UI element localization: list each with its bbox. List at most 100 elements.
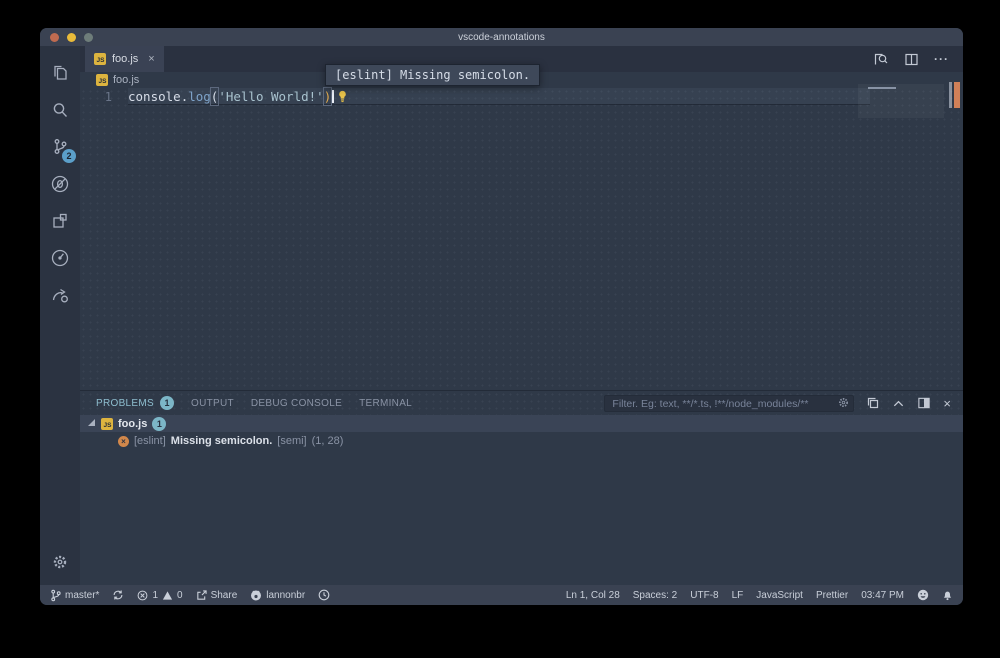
git-branch-icon — [50, 589, 61, 602]
desktop: vscode-annotations — [0, 0, 1000, 658]
panel-tab-output[interactable]: OUTPUT — [191, 398, 234, 409]
close-window-button[interactable] — [50, 33, 59, 42]
clock-time[interactable]: 03:47 PM — [861, 590, 904, 601]
sync-icon — [112, 589, 124, 601]
share-button[interactable]: Share — [196, 590, 238, 601]
text-cursor — [332, 90, 334, 103]
maximize-panel-icon[interactable] — [892, 397, 905, 410]
panel-tab-label: DEBUG CONSOLE — [251, 398, 342, 409]
gauge-icon — [49, 247, 71, 269]
window-title: vscode-annotations — [40, 32, 963, 43]
open-preview-icon[interactable] — [872, 51, 889, 68]
formatter[interactable]: Prettier — [816, 590, 848, 601]
activity-item-extensions[interactable] — [40, 202, 80, 239]
move-panel-icon[interactable] — [917, 396, 931, 410]
file-problems-badge: 1 — [152, 417, 166, 431]
zoom-window-button[interactable] — [84, 33, 93, 42]
extensions-icon — [49, 210, 71, 232]
twistie-expanded-icon[interactable] — [88, 419, 95, 426]
cursor-position[interactable]: Ln 1, Col 28 — [566, 590, 620, 601]
debug-icon — [49, 173, 71, 195]
notifications-button[interactable] — [942, 589, 953, 601]
editor-area: JS foo.js × ··· — [80, 46, 963, 585]
error-icon: × — [118, 436, 129, 447]
lightbulb-icon[interactable] — [338, 90, 347, 103]
line-number: 1 — [80, 90, 128, 104]
filter-input[interactable] — [604, 395, 854, 412]
title-bar: vscode-annotations — [40, 28, 963, 46]
more-actions-icon[interactable]: ··· — [934, 52, 949, 66]
hover-tooltip: [eslint] Missing semicolon. — [325, 64, 540, 86]
gear-icon — [51, 553, 69, 571]
problems-status[interactable]: 1 0 — [137, 590, 182, 601]
account-status[interactable]: lannonbr — [250, 589, 305, 601]
collapse-all-icon[interactable] — [866, 396, 880, 410]
search-icon — [49, 99, 71, 121]
problems-file-label: foo.js — [118, 418, 147, 430]
activity-item-live-share[interactable] — [40, 276, 80, 313]
js-file-icon: JS — [94, 53, 106, 65]
panel-tab-label: TERMINAL — [359, 398, 412, 409]
branch-status[interactable]: master* — [50, 589, 99, 602]
overview-ruler-error-marker — [954, 82, 960, 108]
code-content: console.log('Hello World!') — [128, 87, 347, 106]
encoding[interactable]: UTF-8 — [690, 590, 718, 601]
account-name: lannonbr — [266, 590, 305, 601]
clock-icon — [318, 589, 330, 601]
error-count: 1 — [152, 590, 158, 601]
status-left: master* 1 0 — [50, 589, 330, 602]
share-icon — [196, 590, 207, 601]
panel-tab-debug-console[interactable]: DEBUG CONSOLE — [251, 398, 342, 409]
close-panel-icon[interactable]: × — [943, 397, 951, 410]
breadcrumb-file: foo.js — [113, 74, 139, 86]
sync-button[interactable] — [112, 589, 124, 601]
branch-name: master* — [65, 590, 99, 601]
scrollbar-slider[interactable] — [949, 82, 952, 108]
source-control-badge: 2 — [62, 149, 76, 163]
warning-count: 0 — [177, 590, 183, 601]
indentation[interactable]: Spaces: 2 — [633, 590, 677, 601]
editor-actions: ··· — [872, 46, 963, 72]
token-string: 'Hello World!' — [218, 88, 323, 105]
error-count-icon — [137, 590, 148, 601]
activity-item-search[interactable] — [40, 91, 80, 128]
minimap-code-line — [868, 87, 896, 89]
problem-row[interactable]: × [eslint] Missing semicolon. [semi] (1,… — [80, 432, 963, 450]
filter-options-icon[interactable] — [837, 396, 850, 409]
live-share-icon — [49, 284, 71, 306]
panel-tab-problems[interactable]: PROBLEMS 1 — [96, 396, 174, 410]
tab-close-icon[interactable]: × — [144, 53, 154, 65]
problem-message: Missing semicolon. — [171, 435, 272, 447]
github-icon — [250, 589, 262, 601]
language-mode[interactable]: JavaScript — [756, 590, 803, 601]
tab-label: foo.js — [112, 53, 138, 65]
code-line-1[interactable]: 1 console.log('Hello World!') — [80, 88, 963, 105]
explorer-icon — [49, 62, 71, 84]
vscode-window: vscode-annotations — [40, 28, 963, 605]
activity-item-explorer[interactable] — [40, 54, 80, 91]
bell-icon — [942, 589, 953, 601]
time-tracker-button[interactable] — [318, 589, 330, 601]
activity-item-source-control[interactable]: 2 — [40, 128, 80, 165]
status-bar: master* 1 0 — [40, 585, 963, 605]
panel-tab-terminal[interactable]: TERMINAL — [359, 398, 412, 409]
manage-button[interactable] — [40, 547, 80, 577]
problem-location: (1, 28) — [312, 435, 344, 447]
split-editor-icon[interactable] — [904, 52, 919, 67]
eol-sequence[interactable]: LF — [732, 590, 744, 601]
problems-file-row[interactable]: JS foo.js 1 — [80, 415, 963, 432]
problems-filter — [604, 394, 854, 413]
minimap-slider[interactable] — [858, 84, 944, 118]
token-dot: . — [181, 88, 189, 105]
status-right: Ln 1, Col 28 Spaces: 2 UTF-8 LF JavaScri… — [566, 589, 953, 601]
token-object: console — [128, 88, 181, 105]
bottom-panel: PROBLEMS 1 OUTPUT DEBUG CONSOLE TERMINAL — [80, 390, 963, 585]
activity-item-debug[interactable] — [40, 165, 80, 202]
warning-count-icon — [162, 590, 173, 601]
tab-foo-js[interactable]: JS foo.js × — [85, 46, 164, 72]
js-file-icon: JS — [101, 418, 113, 430]
activity-item-gauge[interactable] — [40, 239, 80, 276]
code-editor[interactable]: 1 console.log('Hello World!') — [80, 88, 963, 390]
minimize-window-button[interactable] — [67, 33, 76, 42]
feedback-button[interactable] — [917, 589, 929, 601]
